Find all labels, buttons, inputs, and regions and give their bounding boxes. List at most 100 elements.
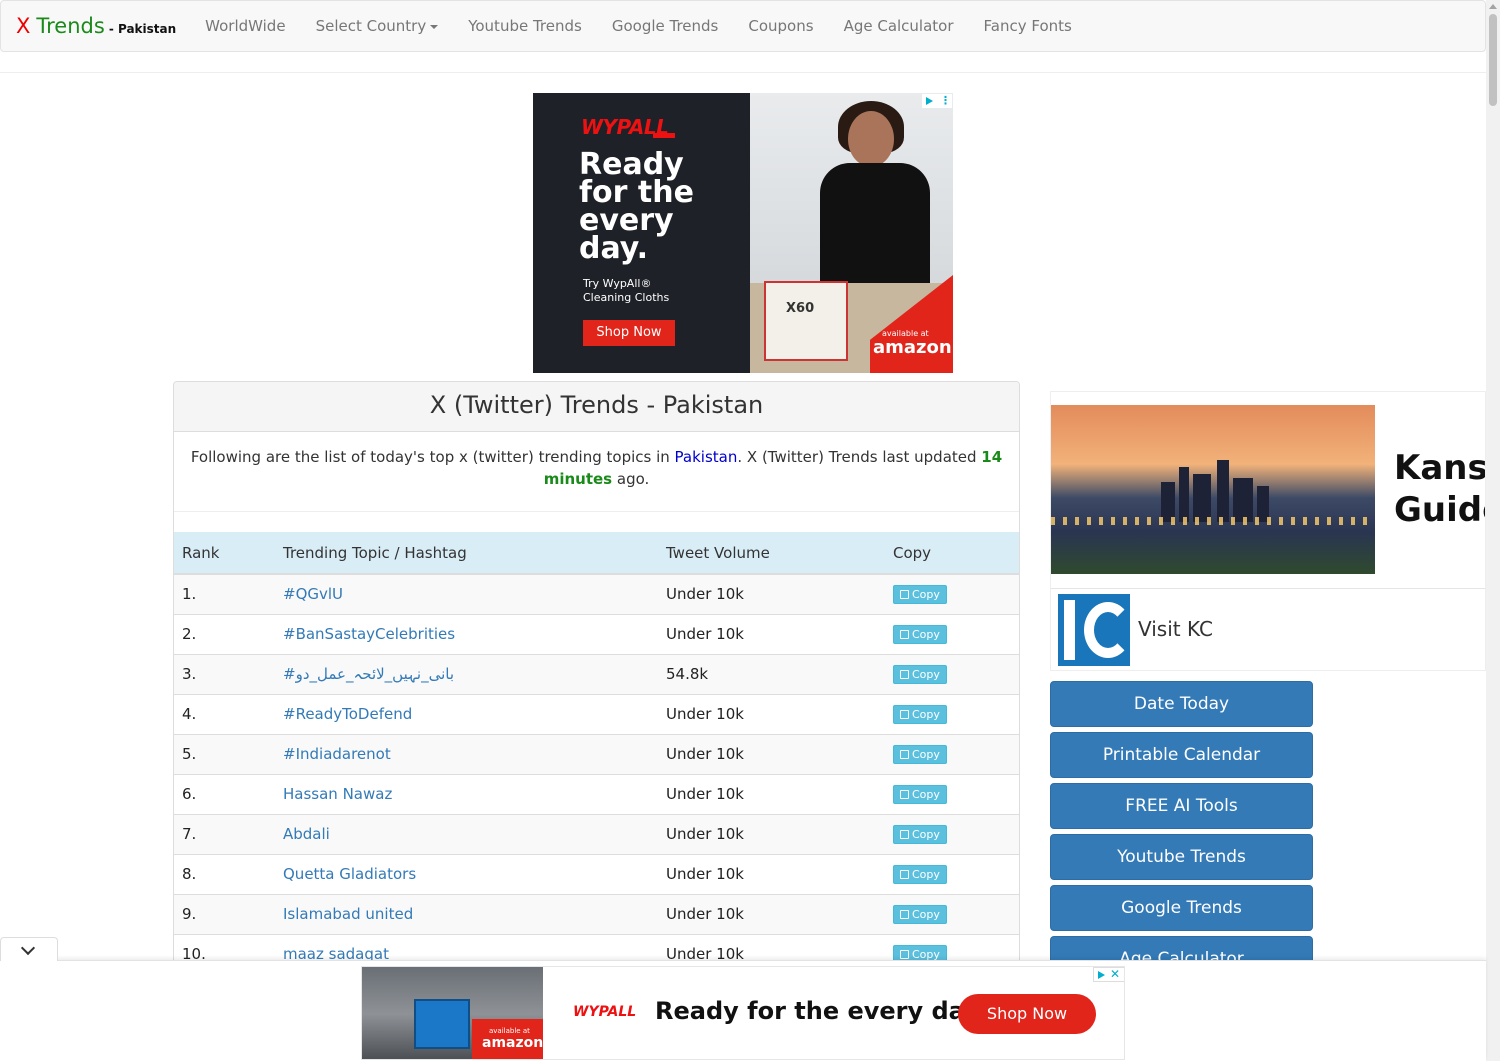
copy-label: Copy — [912, 708, 940, 721]
bottom-advertisement[interactable]: available at amazon WYPALL Ready for the… — [361, 966, 1125, 1060]
nav-worldwide[interactable]: WorldWide — [190, 17, 300, 35]
skyline-building — [1233, 478, 1253, 522]
nav-age-calculator[interactable]: Age Calculator — [829, 17, 969, 35]
top-advertisement[interactable]: WYPALL Ready for the every day. Try WypA… — [533, 93, 953, 373]
copy-button[interactable]: Copy — [893, 825, 947, 844]
copy-button[interactable]: Copy — [893, 665, 947, 684]
copy-label: Copy — [912, 628, 940, 641]
ad-brand-logo: WYPALL — [573, 1004, 637, 1020]
topic-link[interactable]: Quetta Gladiators — [275, 853, 658, 894]
ad-choices-triangle-icon — [1098, 971, 1105, 979]
rank-cell: 2. — [174, 613, 275, 654]
sidebar-advertisement[interactable]: Kansa Guide Visit KC — [1050, 391, 1486, 671]
copy-cell: Copy — [885, 773, 1019, 814]
brand-logo[interactable]: X Trends - Pakistan — [16, 14, 176, 38]
copy-cell: Copy — [885, 813, 1019, 854]
google-trends-button[interactable]: Google Trends — [1050, 885, 1313, 931]
topic-link[interactable]: Abdali — [275, 813, 658, 854]
header-copy: Copy — [885, 532, 1019, 575]
copy-icon — [900, 710, 909, 719]
copy-button[interactable]: Copy — [893, 585, 947, 605]
date-today-button[interactable]: Date Today — [1050, 681, 1313, 727]
volume-cell: Under 10k — [658, 573, 885, 614]
copy-label: Copy — [912, 588, 940, 602]
collapse-ad-button[interactable] — [0, 937, 58, 961]
rank-cell: 4. — [174, 693, 275, 734]
header-topic: Trending Topic / Hashtag — [275, 532, 658, 575]
rank-cell: 6. — [174, 773, 275, 814]
intro-suffix: ago. — [612, 470, 650, 488]
intro-country-link[interactable]: Pakistan — [675, 448, 738, 466]
volume-cell: Under 10k — [658, 693, 885, 734]
copy-button[interactable]: Copy — [893, 705, 947, 724]
copy-cell: Copy — [885, 573, 1019, 614]
volume-cell: Under 10k — [658, 893, 885, 934]
topic-link[interactable]: #QGvlU — [275, 573, 658, 614]
copy-cell: Copy — [885, 893, 1019, 934]
topic-link[interactable]: #بانی_نہیں_لائحہ_عمل_دو — [275, 653, 658, 694]
divider — [1051, 588, 1485, 589]
rank-cell: 3. — [174, 653, 275, 694]
ad-headline: Ready for the every day. — [579, 147, 694, 266]
ad-logo-underline — [653, 133, 675, 138]
copy-icon — [900, 670, 909, 679]
rank-cell: 9. — [174, 893, 275, 934]
copy-button[interactable]: Copy — [893, 625, 947, 644]
ad-product-label: X60 — [786, 301, 815, 316]
free-ai-tools-button[interactable]: FREE AI Tools — [1050, 783, 1313, 829]
copy-label: Copy — [912, 748, 940, 761]
brand-country: - Pakistan — [108, 22, 177, 36]
youtube-trends-button[interactable]: Youtube Trends — [1050, 834, 1313, 880]
copy-button[interactable]: Copy — [893, 865, 947, 884]
ad-shop-now-button[interactable]: Shop Now — [958, 994, 1096, 1034]
ad-city-photo — [1051, 405, 1375, 574]
intro-prefix: Following are the list of today's top x … — [190, 448, 675, 466]
nav-select-country[interactable]: Select Country — [301, 17, 454, 35]
copy-button[interactable]: Copy — [893, 905, 947, 924]
copy-icon — [900, 750, 909, 759]
printable-calendar-button[interactable]: Printable Calendar — [1050, 732, 1313, 778]
close-icon[interactable]: ✕ — [1110, 967, 1120, 982]
topic-link[interactable]: Islamabad united — [275, 893, 658, 934]
logo-bar — [1064, 600, 1075, 660]
nav-youtube-trends[interactable]: Youtube Trends — [453, 17, 597, 35]
table-row: 4. #ReadyToDefend Under 10k Copy — [174, 693, 1019, 734]
nav-google-trends[interactable]: Google Trends — [597, 17, 734, 35]
ad-person-body — [820, 163, 930, 293]
divider — [0, 72, 1486, 73]
copy-label: Copy — [912, 668, 940, 681]
topic-link[interactable]: Hassan Nawaz — [275, 773, 658, 814]
ad-amazon-logo: amazon — [482, 1035, 544, 1051]
ad-city-title: Kansa Guide — [1394, 448, 1486, 530]
volume-cell: Under 10k — [658, 733, 885, 774]
page-scrollbar[interactable] — [1486, 0, 1500, 1061]
caret-down-icon — [430, 24, 439, 29]
ad-text-panel: WYPALL Ready for the every day. Try WypA… — [533, 93, 750, 373]
ad-shop-now-button[interactable]: Shop Now — [583, 320, 675, 346]
city-lights — [1051, 517, 1375, 525]
table-row: 2. #BanSastayCelebrities Under 10k Copy — [174, 613, 1019, 654]
volume-cell: Under 10k — [658, 773, 885, 814]
copy-label: Copy — [912, 868, 940, 881]
copy-label: Copy — [912, 908, 940, 921]
skyline-building — [1217, 460, 1229, 522]
copy-button[interactable]: Copy — [893, 745, 947, 764]
navbar: X Trends - Pakistan WorldWide Select Cou… — [0, 0, 1486, 52]
topic-link[interactable]: #Indiadarenot — [275, 733, 658, 774]
ad-choices-icon[interactable]: ✕ — [1093, 967, 1124, 982]
copy-button[interactable]: Copy — [893, 785, 947, 804]
copy-cell: Copy — [885, 693, 1019, 734]
scrollbar-thumb[interactable] — [1489, 14, 1497, 106]
scroll-up-icon[interactable] — [1489, 4, 1497, 9]
topic-link[interactable]: #ReadyToDefend — [275, 693, 658, 734]
table-row: 9. Islamabad united Under 10k Copy — [174, 893, 1019, 934]
ad-choices-icon[interactable]: ⋮ — [922, 94, 952, 108]
intro-text: Following are the list of today's top x … — [174, 432, 1019, 512]
nav-fancy-fonts[interactable]: Fancy Fonts — [969, 17, 1087, 35]
table-row: 7. Abdali Under 10k Copy — [174, 813, 1019, 854]
ad-menu-icon: ⋮ — [940, 94, 951, 107]
topic-link[interactable]: #BanSastayCelebrities — [275, 613, 658, 654]
nav-coupons[interactable]: Coupons — [733, 17, 828, 35]
table-row: 1. #QGvlU Under 10k Copy — [174, 573, 1019, 614]
ad-product-box — [764, 281, 848, 361]
